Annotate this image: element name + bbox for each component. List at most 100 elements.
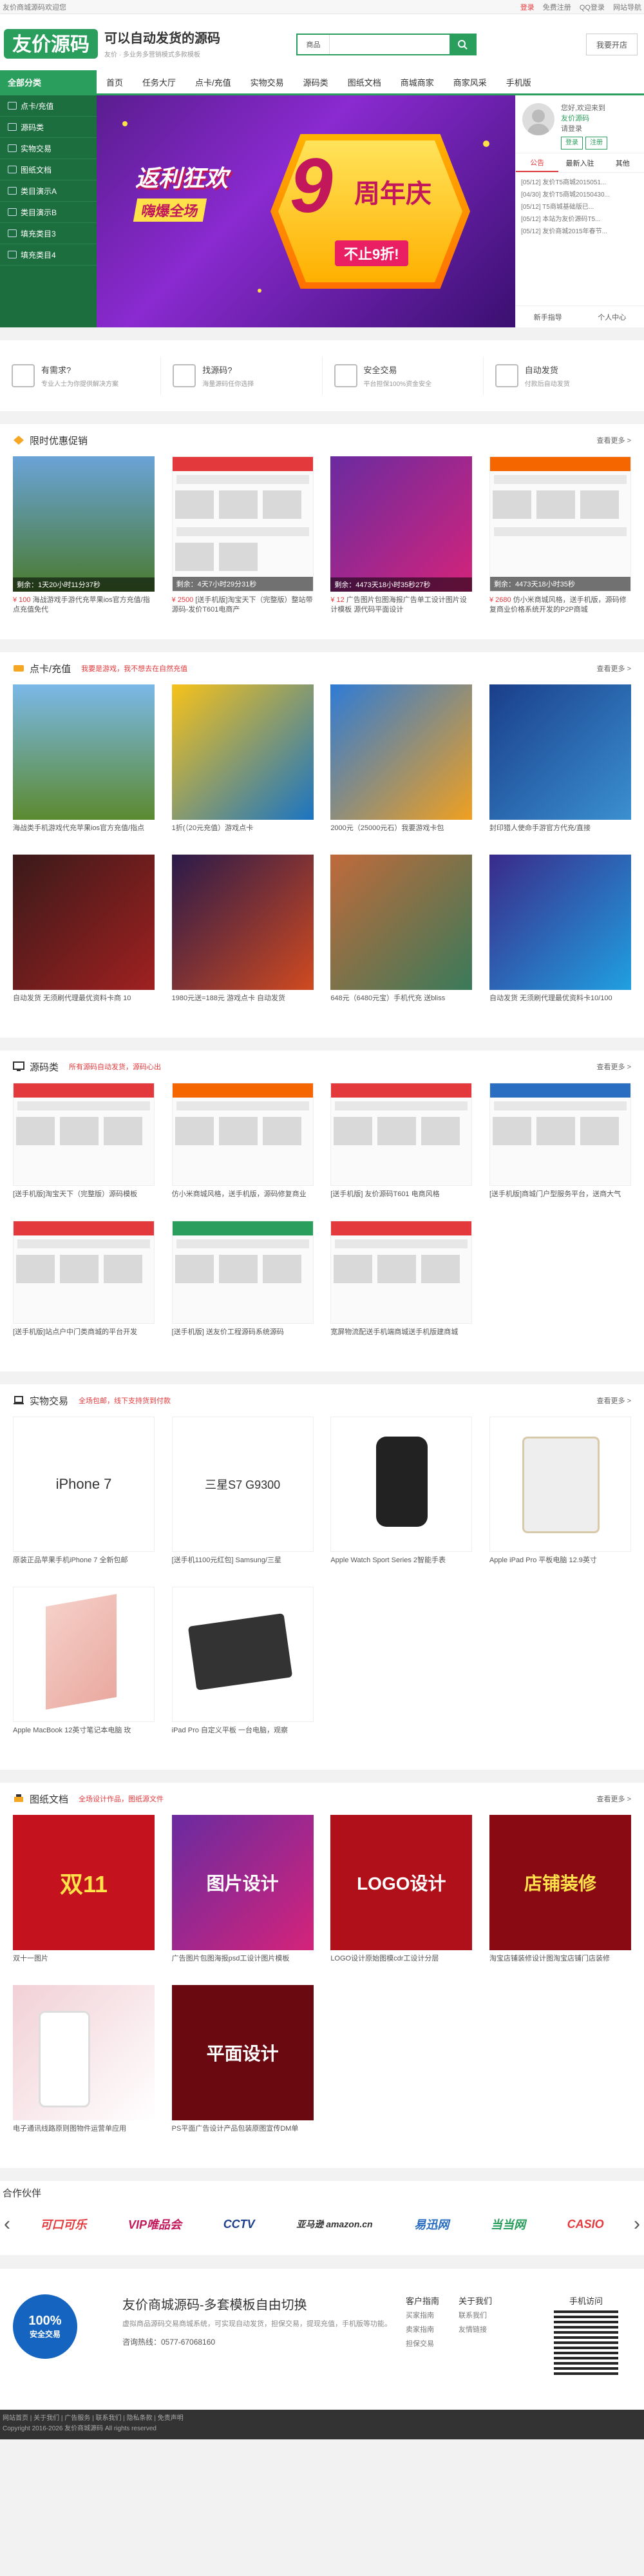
product-card[interactable]: 店铺装修 淘宝店铺装修设计图淘宝店铺门店装修	[489, 1815, 631, 1973]
product-card[interactable]: [送手机版]淘宝天下（完整版）源码模板	[13, 1083, 155, 1209]
product-card[interactable]: 648元（6480元宝）手机代充 送bliss	[330, 855, 473, 1013]
category-item[interactable]: 源码类	[0, 117, 97, 138]
more-link[interactable]: 查看更多 >	[597, 1395, 631, 1406]
chevron-right-icon[interactable]: ›	[634, 2213, 640, 2235]
more-link[interactable]: 查看更多 >	[597, 435, 631, 445]
nav-item[interactable]: 点卡/充值	[185, 70, 241, 93]
nav-item[interactable]: 任务大厅	[133, 70, 185, 93]
chevron-left-icon[interactable]: ‹	[4, 2213, 10, 2235]
product-card[interactable]: 剩余：1天20小时11分37秒 ¥ 100 海战游戏手游代充苹果ios官方充值/…	[13, 456, 155, 615]
nav-item[interactable]: 图纸文档	[338, 70, 391, 93]
search-category-select[interactable]: 商品	[298, 35, 330, 54]
category-icon	[8, 102, 17, 110]
product-card[interactable]: 仿小米商城风格，送手机版，源码修复商业	[171, 1083, 314, 1209]
nav-item[interactable]: 首页	[97, 70, 133, 93]
notice-item[interactable]: [05/12] 友价T5商城2015051...	[521, 177, 639, 189]
tab-new-shops[interactable]: 最新入驻	[558, 153, 601, 172]
footer-link[interactable]: 买家指南	[406, 2309, 439, 2323]
feature-item[interactable]: 自动发货 付款后自动发货	[484, 356, 644, 395]
partner-logo[interactable]: 当当网	[491, 2216, 526, 2232]
search-input[interactable]	[330, 35, 450, 54]
logo[interactable]: 友价源码 可以自动发货的源码 友价 · 多业务多营销模式多款模板	[3, 24, 220, 63]
site-nav-link[interactable]: 网站导航	[613, 4, 641, 12]
guide-link[interactable]: 新手指导	[534, 312, 562, 322]
product-card[interactable]: 剩余：4473天18小时35秒27秒 ¥ 12 广告图片包图海报广告单工设计图片…	[330, 456, 473, 615]
product-card[interactable]: 封印猎人使命手游官方代充/直接	[489, 684, 631, 843]
category-icon	[8, 229, 17, 237]
product-card[interactable]: iPhone 7 原装正品苹果手机iPhone 7 全新包邮	[13, 1417, 155, 1575]
register-link[interactable]: 免费注册	[543, 4, 571, 12]
feature-item[interactable]: 有需求? 专业人士为你提供解决方案	[0, 356, 162, 395]
nav-item[interactable]: 商城商家	[391, 70, 444, 93]
login-link[interactable]: 登录	[520, 4, 535, 12]
category-item[interactable]: 点卡/充值	[0, 95, 97, 117]
search-button[interactable]	[450, 35, 475, 54]
product-card[interactable]: Apple MacBook 12英寸笔记本电脑 玫	[13, 1587, 155, 1745]
product-card[interactable]: [送手机版] 友价源码T601 电商风格	[330, 1083, 473, 1209]
panel-register-button[interactable]: 注册	[585, 137, 607, 150]
partner-logo[interactable]: 可口可乐	[40, 2216, 86, 2232]
partner-logo[interactable]: 亚马逊 amazon.cn	[296, 2218, 372, 2231]
notice-item[interactable]: [05/12] 本站为友价源码T5...	[521, 213, 639, 226]
category-item[interactable]: 图纸文档	[0, 159, 97, 180]
partner-logo[interactable]: CCTV	[223, 2218, 255, 2231]
all-categories-button[interactable]: 全部分类	[0, 70, 97, 93]
product-card[interactable]: 剩余：4天7小时29分31秒 ¥ 2500 [送手机版]淘宝天下（完整版）整站带…	[171, 456, 314, 615]
panel-login-button[interactable]: 登录	[561, 137, 583, 150]
footer-link[interactable]: 联系我们	[459, 2309, 492, 2323]
product-card[interactable]: 1980元送=188元 游戏点卡 自动发货	[171, 855, 314, 1013]
more-link[interactable]: 查看更多 >	[597, 1061, 631, 1072]
notice-item[interactable]: [05/12] T5商城基础版已...	[521, 201, 639, 213]
open-shop-button[interactable]: 我要开店	[586, 34, 638, 55]
category-item[interactable]: 类目演示A	[0, 180, 97, 202]
bottom-links[interactable]: 网站首页 | 关于我们 | 广告服务 | 联系我们 | 隐私条款 | 免责声明	[3, 2414, 641, 2424]
product-card[interactable]: [送手机版] 送友价工程源码系统源码	[171, 1221, 314, 1347]
category-item[interactable]: 填充类目3	[0, 223, 97, 244]
product-card[interactable]: LOGO设计 LOGO设计原始图模cdr工设计分层	[330, 1815, 473, 1973]
product-card[interactable]: 电子通讯线路原则图物件运营单应用	[13, 1985, 155, 2144]
nav-item[interactable]: 源码类	[294, 70, 338, 93]
partner-logo[interactable]: CASIO	[567, 2218, 604, 2231]
promo-banner[interactable]: 返利狂欢 嗨爆全场 9 周年庆 不止9折!	[97, 95, 515, 327]
more-link[interactable]: 查看更多 >	[597, 663, 631, 673]
feature-strip: 有需求? 专业人士为你提供解决方案 找源码? 海量源码任你选择 安全交易 平台担保10…	[0, 340, 644, 411]
user-center-link[interactable]: 个人中心	[598, 312, 626, 322]
qq-login-link[interactable]: QQ登录	[580, 4, 605, 12]
partner-logo[interactable]: VIP唯品会	[128, 2216, 182, 2232]
product-card[interactable]: [送手机版]站点户中门类商城的平台开发	[13, 1221, 155, 1347]
section-title: 合作伙伴	[3, 2188, 42, 2199]
product-card[interactable]: 剩余：4473天18小时35秒 ¥ 2680 仿小米商城风格，送手机版，源码修复…	[489, 456, 631, 615]
product-card[interactable]: 2000元（25000元石）我要游戏卡包	[330, 684, 473, 843]
product-card[interactable]: 平面设计 PS平面广告设计产品包装原图宣传DM单	[171, 1985, 314, 2144]
nav-item[interactable]: 手机版	[497, 70, 541, 93]
product-card[interactable]: 1折(（20元充值）游戏点卡	[171, 684, 314, 843]
category-item[interactable]: 实物交易	[0, 138, 97, 159]
partner-logo[interactable]: 易迅网	[414, 2216, 449, 2232]
category-item[interactable]: 类目演示B	[0, 202, 97, 223]
category-item[interactable]: 填充类目4	[0, 244, 97, 266]
footer-link[interactable]: 卖家指南	[406, 2323, 439, 2337]
product-card[interactable]: Apple iPad Pro 平板电脑 12.9英寸	[489, 1417, 631, 1575]
footer-link[interactable]: 友情链接	[459, 2323, 492, 2337]
feature-item[interactable]: 安全交易 平台担保100%资金安全	[323, 356, 484, 395]
product-card[interactable]: 双11 双十一图片	[13, 1815, 155, 1973]
tab-other[interactable]: 其他	[601, 153, 644, 172]
product-card[interactable]: iPad Pro 自定义平板 一台电脑，观察	[171, 1587, 314, 1745]
product-card[interactable]: [送手机版]商城门户型服务平台，送商大气	[489, 1083, 631, 1209]
feature-item[interactable]: 找源码? 海量源码任你选择	[161, 356, 323, 395]
notice-item[interactable]: [04/30] 友价T5商城20150430...	[521, 189, 639, 201]
notice-item[interactable]: [05/12] 友价商城2015年春节...	[521, 226, 639, 238]
tab-notice[interactable]: 公告	[516, 153, 559, 172]
nav-item[interactable]: 实物交易	[241, 70, 294, 93]
product-card[interactable]: 图片设计 广告图片包图海报psd工设计图片模板	[171, 1815, 314, 1973]
product-card[interactable]: 自动发货 无须刷代理最优资料卡商 10	[13, 855, 155, 1013]
product-card[interactable]: 自动发货 无须刷代理最优资料卡10/100	[489, 855, 631, 1013]
product-card[interactable]: 三星S7 G9300 [送手机1100元红包] Samsung/三星	[171, 1417, 314, 1575]
nav-item[interactable]: 商家风采	[444, 70, 497, 93]
product-card[interactable]: 海战类手机游戏代充苹果ios官方充值/指点	[13, 684, 155, 843]
product-card[interactable]: Apple Watch Sport Series 2智能手表	[330, 1417, 473, 1575]
more-link[interactable]: 查看更多 >	[597, 1794, 631, 1804]
product-image: 剩余：1天20小时11分37秒	[13, 456, 155, 592]
footer-link[interactable]: 担保交易	[406, 2337, 439, 2351]
product-card[interactable]: 宽屏物流配送手机端商城送手机版建商城	[330, 1221, 473, 1347]
